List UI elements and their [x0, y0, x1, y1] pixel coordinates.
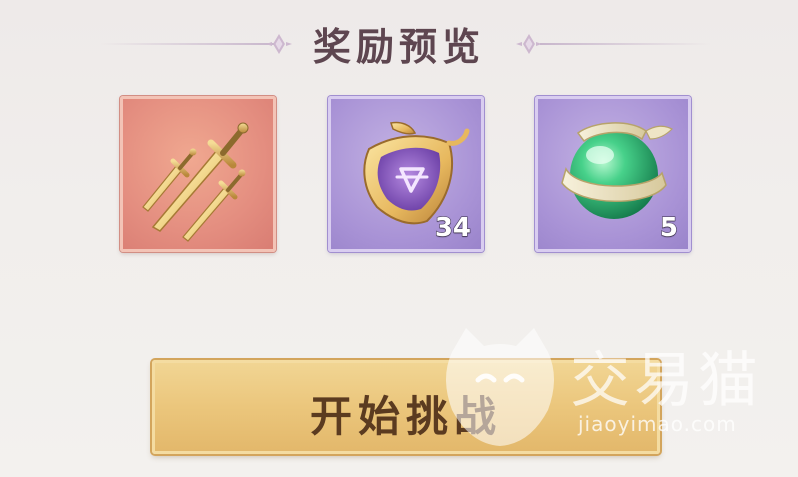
reward-slot-green-orb[interactable]: 5: [535, 96, 691, 252]
page-title: 奖励预览: [312, 24, 485, 69]
triple-dagger-icon: [142, 122, 249, 242]
header-divider-right: [540, 43, 710, 45]
start-challenge-label: 开始挑战: [309, 392, 502, 441]
reward-slot-daggers[interactable]: [120, 96, 276, 252]
reward-count: 5: [659, 212, 678, 243]
start-challenge-button[interactable]: 开始挑战: [152, 360, 660, 454]
header-divider-left: [100, 43, 275, 45]
reward-preview-header: 奖励预览: [0, 10, 798, 80]
reward-count: 34: [434, 212, 471, 243]
reward-slot-badge-token[interactable]: 34: [328, 96, 484, 252]
